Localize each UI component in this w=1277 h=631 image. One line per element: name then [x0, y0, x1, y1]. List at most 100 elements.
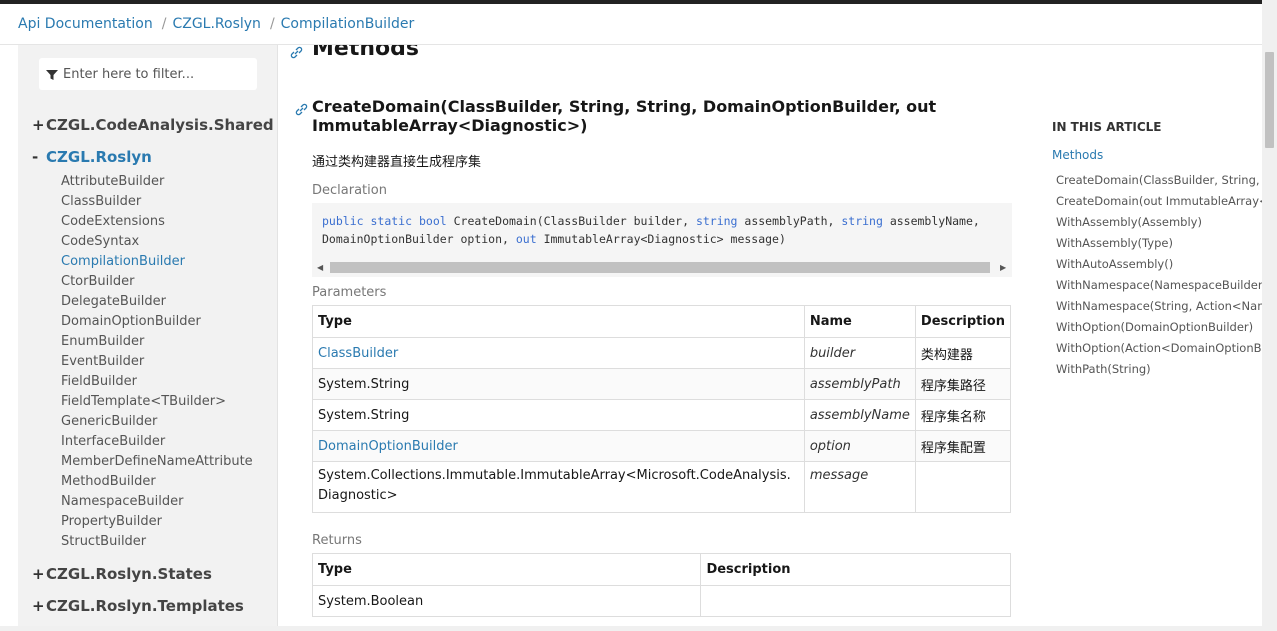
class-item[interactable]: ClassBuilder: [61, 192, 253, 212]
namespace-czgl-roslyn[interactable]: - CZGL.Roslyn: [32, 148, 152, 166]
class-list: AttributeBuilder ClassBuilder CodeExtens…: [61, 172, 253, 552]
rail-item[interactable]: WithPath(String): [1056, 359, 1262, 380]
class-item[interactable]: DomainOptionBuilder: [61, 312, 253, 332]
code-block[interactable]: public static bool CreateDomain(ClassBui…: [312, 203, 1012, 277]
rail-item[interactable]: CreateDomain(out ImmutableArray<Di: [1056, 191, 1262, 212]
namespace-czgl-roslyn-templates[interactable]: +CZGL.Roslyn.Templates: [32, 597, 244, 615]
column-header: Type: [311, 553, 702, 586]
rail-title: IN THIS ARTICLE: [1052, 120, 1162, 134]
expand-toggle[interactable]: +: [32, 565, 46, 583]
expand-toggle[interactable]: +: [32, 597, 46, 615]
class-item-active[interactable]: CompilationBuilder: [61, 252, 253, 272]
rail-item[interactable]: WithNamespace(NamespaceBuilder): [1056, 275, 1262, 296]
param-name: assemblyName: [803, 399, 916, 431]
table-header-row: Type Name Description: [312, 305, 1012, 338]
filter-input[interactable]: [63, 66, 243, 82]
table-row: System.String assemblyName 程序集名称: [312, 399, 1012, 431]
class-item[interactable]: GenericBuilder: [61, 412, 253, 432]
param-type: System.String: [312, 368, 805, 400]
namespace-label: CZGL.Roslyn.States: [46, 565, 212, 583]
class-item[interactable]: AttributeBuilder: [61, 172, 253, 192]
param-desc: 程序集名称: [914, 399, 1012, 431]
expand-toggle[interactable]: +: [32, 116, 46, 134]
rail-item[interactable]: WithAssembly(Type): [1056, 233, 1262, 254]
param-name: option: [803, 430, 916, 462]
namespace-label: CZGL.Roslyn.Templates: [46, 597, 244, 615]
class-item[interactable]: MemberDefineNameAttribute: [61, 452, 253, 472]
method-summary: 通过类构建器直接生成程序集: [312, 155, 482, 170]
scroll-right-icon[interactable]: ▶: [1000, 263, 1006, 272]
breadcrumb-separator: /: [161, 16, 167, 32]
table-row: DomainOptionBuilder option 程序集配置: [312, 430, 1012, 462]
class-item[interactable]: EventBuilder: [61, 352, 253, 372]
scroll-left-icon[interactable]: ◀: [317, 263, 323, 272]
collapse-toggle[interactable]: -: [32, 148, 46, 166]
rail-item[interactable]: WithAssembly(Assembly): [1056, 212, 1262, 233]
class-item[interactable]: CodeSyntax: [61, 232, 253, 252]
return-type: System.Boolean: [311, 585, 702, 617]
column-header: Description: [914, 305, 1012, 338]
class-item[interactable]: CodeExtensions: [61, 212, 253, 232]
rail-link-methods[interactable]: Methods: [1052, 148, 1262, 162]
code-text: public static bool CreateDomain(ClassBui…: [322, 214, 980, 246]
filter-box: [39, 58, 257, 90]
link-icon[interactable]: [290, 45, 303, 59]
method-title: CreateDomain(ClassBuilder, String, Strin…: [312, 97, 937, 135]
table-header-row: Type Description: [311, 553, 1011, 586]
param-name: assemblyPath: [803, 368, 916, 400]
table-row: System.Collections.Immutable.ImmutableAr…: [312, 461, 1012, 513]
rail-item[interactable]: WithNamespace(String, Action<Names: [1056, 296, 1262, 317]
param-desc: 程序集路径: [914, 368, 1012, 400]
namespace-label: CZGL.CodeAnalysis.Shared: [46, 116, 274, 134]
class-item[interactable]: FieldTemplate<TBuilder>: [61, 392, 253, 412]
rail-list: CreateDomain(ClassBuilder, String, Strin…: [1056, 170, 1262, 380]
class-item[interactable]: MethodBuilder: [61, 472, 253, 492]
in-this-article: IN THIS ARTICLE Methods CreateDomain(Cla…: [1052, 120, 1262, 380]
param-desc: 程序集配置: [914, 430, 1012, 462]
column-header: Description: [700, 553, 1011, 586]
param-type: System.Collections.Immutable.ImmutableAr…: [312, 461, 805, 513]
class-item[interactable]: NamespaceBuilder: [61, 492, 253, 512]
breadcrumb-compilationbuilder[interactable]: CompilationBuilder: [281, 16, 415, 32]
rail-item[interactable]: WithAutoAssembly(): [1056, 254, 1262, 275]
returns-table: Type Description System.Boolean: [311, 553, 1011, 617]
main-content: Methods CreateDomain(ClassBuilder, Strin…: [278, 45, 1038, 631]
return-desc: [700, 585, 1011, 617]
namespace-czgl-codeanalysis-shared[interactable]: +CZGL.CodeAnalysis.Shared: [32, 116, 274, 134]
class-item[interactable]: FieldBuilder: [61, 372, 253, 392]
param-name: builder: [803, 337, 916, 369]
breadcrumb-czgl-roslyn[interactable]: CZGL.Roslyn: [172, 16, 260, 32]
page-horizontal-scrollbar[interactable]: [0, 626, 1262, 631]
returns-label: Returns: [312, 533, 362, 548]
breadcrumb-api-documentation[interactable]: Api Documentation: [18, 16, 153, 32]
class-item[interactable]: PropertyBuilder: [61, 512, 253, 532]
filter-icon: [45, 67, 59, 81]
scrollbar-thumb[interactable]: [330, 262, 990, 273]
table-row: System.Boolean: [311, 585, 1011, 617]
param-name: message: [803, 461, 916, 513]
param-type: System.String: [312, 399, 805, 431]
code-horizontal-scrollbar[interactable]: ◀ ▶: [312, 259, 1012, 275]
class-item[interactable]: InterfaceBuilder: [61, 432, 253, 452]
parameters-label: Parameters: [312, 285, 387, 300]
declaration-label: Declaration: [312, 183, 387, 198]
class-item[interactable]: CtorBuilder: [61, 272, 253, 292]
type-link[interactable]: ClassBuilder: [318, 346, 398, 361]
parameters-table: Type Name Description ClassBuilder build…: [312, 305, 1012, 513]
sidebar: +CZGL.CodeAnalysis.Shared -CZGL.Roslyn A…: [18, 45, 278, 631]
type-link[interactable]: DomainOptionBuilder: [318, 439, 458, 454]
class-item[interactable]: EnumBuilder: [61, 332, 253, 352]
namespace-czgl-roslyn-states[interactable]: +CZGL.Roslyn.States: [32, 565, 212, 583]
table-row: System.String assemblyPath 程序集路径: [312, 368, 1012, 400]
scrollbar-thumb[interactable]: [1265, 52, 1274, 148]
rail-item[interactable]: CreateDomain(ClassBuilder, String, Strin…: [1056, 170, 1262, 191]
param-desc: [914, 461, 1012, 513]
section-title: Methods: [312, 45, 419, 61]
class-item[interactable]: DelegateBuilder: [61, 292, 253, 312]
page-vertical-scrollbar[interactable]: [1262, 0, 1277, 631]
rail-item[interactable]: WithOption(DomainOptionBuilder): [1056, 317, 1262, 338]
param-desc: 类构建器: [914, 337, 1012, 369]
class-item[interactable]: StructBuilder: [61, 532, 253, 552]
rail-item[interactable]: WithOption(Action<DomainOptionBuil: [1056, 338, 1262, 359]
link-icon[interactable]: [295, 101, 308, 116]
